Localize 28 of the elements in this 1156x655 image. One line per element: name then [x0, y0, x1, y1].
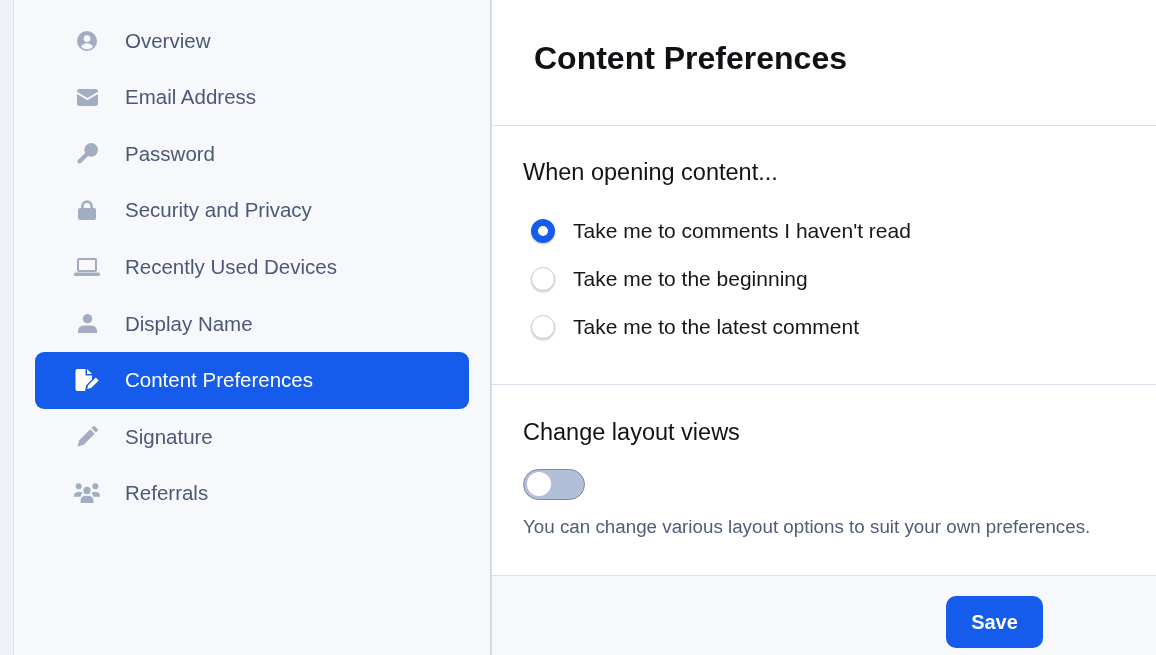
radio-button[interactable]	[531, 219, 555, 243]
option-label[interactable]: Take me to the beginning	[573, 267, 808, 291]
sidebar-item[interactable]: Referrals	[35, 464, 469, 522]
lock-icon	[78, 200, 96, 221]
sidebar-item[interactable]: Password	[35, 125, 469, 183]
user-circle-icon	[77, 30, 97, 51]
save-button[interactable]: Save	[946, 596, 1043, 648]
file-pen-icon	[74, 369, 100, 392]
sidebar-item[interactable]: Overview	[35, 12, 469, 69]
sidebar-item[interactable]: Recently Used Devices	[35, 238, 469, 296]
sidebar-item[interactable]: Signature	[35, 408, 469, 466]
sidebar-item[interactable]: Security and Privacy	[35, 181, 469, 239]
sidebar-item[interactable]: Display Name	[35, 295, 469, 353]
option-label[interactable]: Take me to comments I haven't read	[573, 219, 911, 243]
description-text: You can change various layout options to suit your own preferences.	[523, 516, 1091, 538]
page-title: Content Preferences	[534, 38, 847, 77]
sidebar-item[interactable]: Content Preferences	[35, 351, 469, 409]
section-heading: When opening content...	[523, 160, 778, 184]
section-heading: Change layout views	[523, 420, 740, 444]
users-icon	[74, 483, 100, 504]
option-label[interactable]: Take me to the latest comment	[573, 315, 859, 339]
pencil-icon	[76, 426, 98, 448]
toggle-switch[interactable]	[523, 469, 585, 500]
user-icon	[77, 314, 97, 334]
envelope-icon	[76, 88, 98, 106]
laptop-icon	[74, 257, 100, 276]
key-icon	[76, 143, 98, 165]
sidebar-item[interactable]: Email Address	[35, 68, 469, 126]
